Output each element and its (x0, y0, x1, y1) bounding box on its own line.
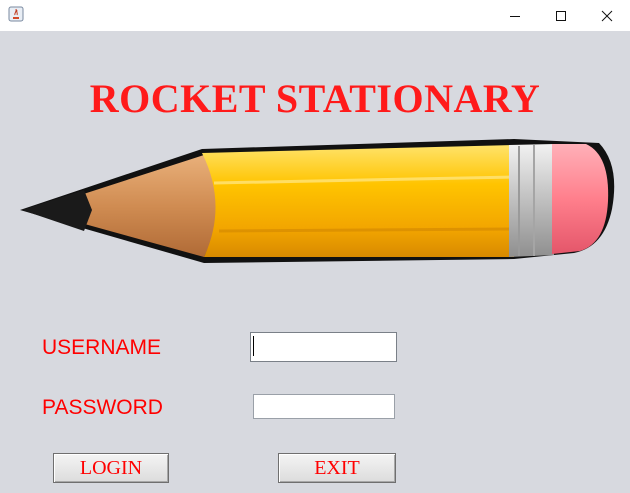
minimize-button[interactable] (492, 0, 538, 31)
window-titlebar[interactable] (0, 0, 630, 31)
pencil-image (20, 139, 615, 263)
maximize-button[interactable] (538, 0, 584, 31)
password-label: PASSWORD (42, 396, 163, 419)
login-panel: ROCKET STATIONARY USERNAME PASSWORD LOGI… (0, 31, 630, 493)
close-button[interactable] (584, 0, 630, 31)
login-button[interactable]: LOGIN (53, 453, 169, 483)
exit-button[interactable]: EXIT (278, 453, 396, 483)
username-label: USERNAME (42, 336, 162, 359)
password-input[interactable] (253, 394, 395, 419)
java-app-icon (8, 6, 24, 22)
close-icon (601, 10, 613, 21)
app-title: ROCKET STATIONARY (89, 76, 541, 121)
maximize-icon (556, 10, 566, 21)
text-caret (253, 336, 254, 356)
username-input[interactable] (250, 332, 397, 362)
minimize-icon (510, 15, 520, 17)
